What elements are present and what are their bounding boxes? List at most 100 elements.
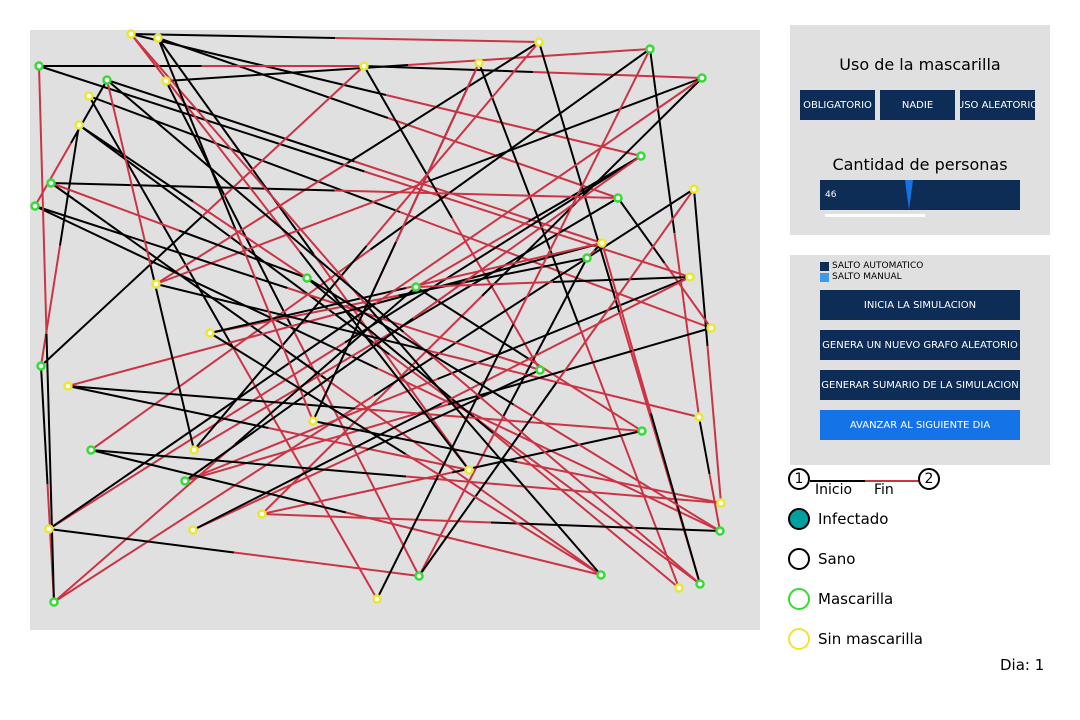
auto-mode-option[interactable]: SALTO AUTOMATICO	[820, 261, 923, 271]
edge-start-segment	[157, 37, 315, 255]
person-node-mask[interactable]	[86, 445, 96, 455]
person-node-mask[interactable]	[695, 579, 705, 589]
edge-end-segment	[512, 48, 651, 325]
edge-end-segment	[601, 242, 652, 414]
person-node-nomask[interactable]	[308, 416, 318, 426]
edge-start-segment	[88, 95, 401, 213]
simulation-panel: SALTO AUTOMATICO SALTO MANUAL INICIA LA …	[790, 255, 1050, 465]
new-graph-button[interactable]: GENERA UN NUEVO GRAFO ALEATORIO	[820, 330, 1020, 360]
person-node-nomask[interactable]	[685, 272, 695, 282]
edge-start-segment	[437, 276, 691, 380]
next-day-button[interactable]: AVANZAR AL SIGUIENTE DIA	[820, 410, 1020, 440]
slider-track	[825, 214, 925, 217]
edge-start-segment	[490, 521, 721, 532]
slider-handle[interactable]	[905, 180, 913, 210]
start-simulation-button[interactable]: INICIA LA SIMULACION	[820, 290, 1020, 320]
person-node-nomask[interactable]	[359, 61, 369, 71]
person-node-nomask[interactable]	[153, 33, 163, 43]
legend-mask: Mascarilla	[788, 588, 893, 610]
person-node-mask[interactable]	[636, 151, 646, 161]
edge-start-segment	[48, 528, 235, 554]
person-node-nomask[interactable]	[151, 279, 161, 289]
summary-button[interactable]: GENERAR SUMARIO DE LA SIMULACION	[820, 370, 1020, 400]
person-node-nomask[interactable]	[597, 238, 607, 248]
edge-start-segment	[48, 302, 377, 530]
people-slider[interactable]: 46	[820, 180, 1020, 210]
edge-start-segment	[149, 264, 195, 451]
legend-healthy: Sano	[788, 548, 855, 570]
person-node-mask[interactable]	[414, 571, 424, 581]
edge-end-segment	[673, 232, 700, 418]
person-node-nomask[interactable]	[126, 29, 136, 39]
edge-end-segment	[38, 65, 48, 335]
manual-mode-swatch	[820, 272, 829, 282]
edge-end-segment	[427, 349, 700, 418]
person-node-mask[interactable]	[697, 73, 707, 83]
person-node-nomask[interactable]	[84, 91, 94, 101]
edge-start-segment	[34, 205, 288, 289]
person-node-mask[interactable]	[637, 426, 647, 436]
person-node-mask[interactable]	[180, 476, 190, 486]
person-node-nomask[interactable]	[189, 445, 199, 455]
person-node-nomask[interactable]	[694, 412, 704, 422]
person-node-mask[interactable]	[302, 273, 312, 283]
person-node-mask[interactable]	[715, 526, 725, 536]
edge-start-segment	[45, 333, 55, 603]
person-node-mask[interactable]	[582, 253, 592, 263]
person-node-mask[interactable]	[49, 597, 59, 607]
edge-end-segment	[407, 48, 651, 66]
person-node-nomask[interactable]	[188, 525, 198, 535]
person-node-mask[interactable]	[36, 361, 46, 371]
edge-end-segment	[201, 65, 365, 217]
day-value: 1	[1034, 656, 1045, 674]
auto-mode-swatch	[820, 261, 829, 271]
person-node-nomask[interactable]	[161, 76, 171, 86]
random-use-button[interactable]: USO ALEATORIO	[960, 90, 1035, 120]
edge-start-segment	[698, 416, 711, 475]
person-node-nomask[interactable]	[372, 594, 382, 604]
person-node-nomask[interactable]	[706, 323, 716, 333]
people-count: 46	[825, 190, 837, 200]
start-number: 1	[788, 468, 810, 490]
person-node-mask[interactable]	[596, 570, 606, 580]
manual-mode-option[interactable]: SALTO MANUAL	[820, 272, 902, 282]
edge-end-segment	[388, 353, 701, 585]
person-node-mask[interactable]	[613, 193, 623, 203]
person-node-nomask[interactable]	[716, 498, 726, 508]
edge-start-segment	[376, 323, 515, 600]
person-node-nomask[interactable]	[464, 465, 474, 475]
person-node-nomask[interactable]	[674, 583, 684, 593]
edge-start-segment	[617, 197, 666, 264]
edge-end-segment	[34, 142, 72, 207]
person-node-mask[interactable]	[645, 44, 655, 54]
nobody-button[interactable]: NADIE	[880, 90, 955, 120]
person-node-mask[interactable]	[34, 61, 44, 71]
mandatory-button[interactable]: OBLIGATORIO	[800, 90, 875, 120]
edge-start-segment	[67, 385, 269, 429]
edge-start-segment	[40, 365, 49, 485]
person-node-nomask[interactable]	[44, 524, 54, 534]
person-node-mask[interactable]	[411, 282, 421, 292]
healthy-swatch	[788, 548, 810, 570]
edge-start-segment	[363, 65, 453, 219]
person-node-mask[interactable]	[30, 201, 40, 211]
legend-infected: Infectado	[788, 508, 888, 530]
person-node-nomask[interactable]	[257, 509, 267, 519]
person-node-nomask[interactable]	[74, 120, 84, 130]
person-node-nomask[interactable]	[689, 184, 699, 194]
person-node-nomask[interactable]	[205, 328, 215, 338]
person-node-nomask[interactable]	[474, 58, 484, 68]
mask-panel-title: Uso de la mascarilla	[839, 55, 1001, 74]
person-node-mask[interactable]	[535, 365, 545, 375]
person-node-nomask[interactable]	[63, 381, 73, 391]
edge-start-segment	[447, 327, 712, 406]
edge-legend: 1 2 Inicio Fin	[788, 468, 948, 498]
legend-mask-label: Mascarilla	[818, 590, 894, 608]
edge-start-segment	[38, 65, 365, 173]
auto-mode-label: SALTO AUTOMATICO	[832, 261, 924, 271]
infected-swatch	[788, 508, 810, 530]
people-label: Cantidad de personas	[832, 155, 1008, 174]
person-node-mask[interactable]	[102, 75, 112, 85]
person-node-mask[interactable]	[46, 178, 56, 188]
person-node-nomask[interactable]	[534, 37, 544, 47]
